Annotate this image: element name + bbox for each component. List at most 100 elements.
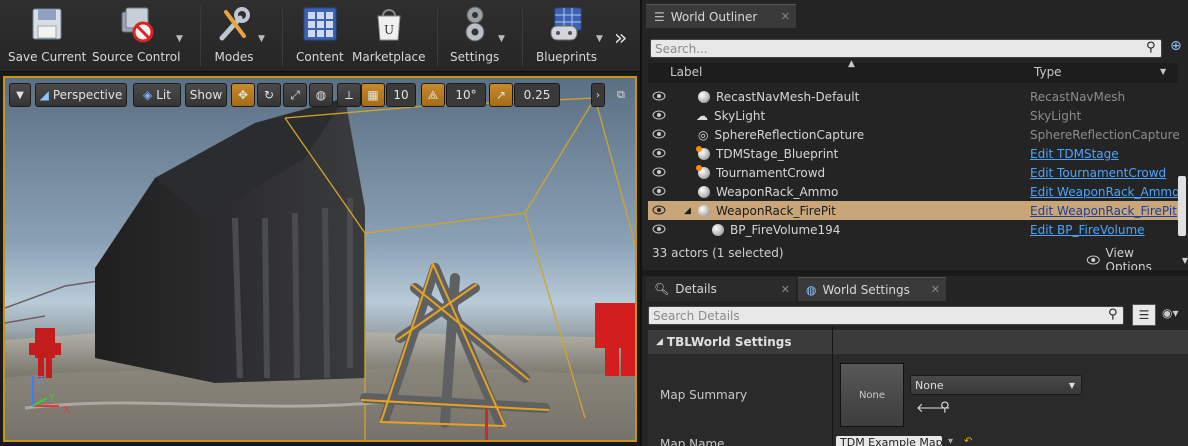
settings-button[interactable]: Settings	[450, 4, 499, 68]
blueprints-chevron-down-icon[interactable]: ▼	[596, 34, 603, 44]
list-item[interactable]: ◎ SphereReflectionCapture SphereReflectio…	[648, 125, 1180, 144]
settings-chevron-down-icon[interactable]: ▼	[498, 34, 505, 44]
edit-blueprint-link[interactable]: Edit TDMStage	[1030, 147, 1119, 161]
column-divider[interactable]	[832, 326, 833, 446]
list-item[interactable]: TournamentCrowd Edit TournamentCrowd	[648, 163, 1178, 182]
list-view-icon: ☰	[1138, 308, 1150, 322]
edit-blueprint-link[interactable]: Edit WeaponRack_Ammo	[1030, 185, 1179, 199]
translate-mode-button[interactable]: ✥	[231, 83, 255, 107]
modes-button[interactable]: Modes	[214, 4, 254, 68]
map-name-field[interactable]: TDM Example Map	[836, 436, 942, 446]
perspective-button[interactable]: ◢ Perspective	[35, 83, 127, 107]
world-local-toggle[interactable]: ◍	[309, 83, 333, 107]
source-control-button[interactable]: Source Control	[92, 4, 180, 68]
lit-label: Lit	[156, 88, 171, 102]
asset-dropdown[interactable]: None ▼	[910, 375, 1082, 395]
chevron-down-icon[interactable]: ▼	[1160, 67, 1166, 76]
asset-thumbnail[interactable]: None	[840, 363, 904, 427]
expand-arrow-icon[interactable]: ◢	[684, 206, 691, 216]
visibility-eye-icon[interactable]	[652, 129, 666, 139]
scale-mode-button[interactable]: ⤢	[283, 83, 307, 107]
reset-to-default-icon[interactable]: ↶	[964, 436, 972, 446]
sort-ascending-icon: ▲	[848, 59, 855, 69]
list-item[interactable]: RecastNavMesh-Default RecastNavMesh	[648, 87, 1178, 106]
property-name: Map Name	[660, 437, 725, 446]
list-item[interactable]: ☁ SkyLight SkyLight	[648, 106, 1178, 125]
close-icon[interactable]: ✕	[781, 10, 790, 23]
outliner-scrollbar[interactable]	[1178, 176, 1186, 236]
property-matrix-button[interactable]: ☰	[1132, 304, 1156, 326]
visibility-eye-icon[interactable]	[652, 148, 666, 158]
visibility-eye-icon[interactable]	[652, 167, 666, 177]
panel-divider	[642, 270, 1188, 276]
section-header[interactable]: ◢ TBLWorld Settings	[648, 330, 1188, 354]
toolbar-overflow-button[interactable]: »	[614, 26, 627, 51]
right-panel: ☰ World Outliner ✕ ⚲ ⊕ Label ▲ Type ▼ Re…	[640, 0, 1188, 446]
visibility-eye-icon[interactable]	[652, 186, 666, 196]
visibility-eye-icon[interactable]	[652, 224, 666, 234]
visibility-eye-icon[interactable]	[652, 91, 666, 101]
scale-snap-value-button[interactable]: 0.25	[514, 83, 560, 107]
actor-label: SkyLight	[714, 108, 766, 123]
visibility-eye-icon[interactable]	[652, 110, 666, 120]
chevron-down-icon[interactable]: ▾	[948, 436, 953, 446]
edit-blueprint-link[interactable]: Edit TournamentCrowd	[1030, 166, 1166, 180]
maximize-viewport-icon[interactable]: ⧉	[617, 88, 625, 102]
list-item-selected[interactable]: ◢ WeaponRack_FirePit Edit WeaponRack_Fir…	[648, 201, 1178, 220]
rotation-snap-value-button[interactable]: 10°	[446, 83, 486, 107]
content-button[interactable]: Content	[296, 4, 344, 68]
save-icon	[27, 4, 67, 44]
close-icon[interactable]: ✕	[781, 283, 790, 296]
rotate-mode-button[interactable]: ↻	[257, 83, 281, 107]
actor-type: RecastNavMesh	[1030, 89, 1126, 104]
grid-snap-toggle[interactable]: ▦	[361, 83, 385, 107]
close-icon[interactable]: ✕	[931, 283, 940, 296]
edit-blueprint-link[interactable]: Edit BP_FireVolume	[1030, 223, 1145, 237]
grid-snap-value-button[interactable]: 10	[386, 83, 416, 107]
outliner-icon: ☰	[654, 9, 665, 24]
viewport-options-button[interactable]: ▼	[9, 83, 31, 107]
list-item[interactable]: WeaponRack_Ammo Edit WeaponRack_Ammo	[648, 182, 1179, 201]
eye-icon[interactable]: ◉▾	[1162, 306, 1179, 320]
marketplace-label: Marketplace	[352, 50, 426, 64]
viewport-overflow-button[interactable]: ›	[591, 83, 605, 107]
source-control-chevron-down-icon[interactable]: ▼	[176, 34, 183, 44]
visibility-eye-icon[interactable]	[652, 205, 666, 215]
edit-blueprint-link[interactable]: Edit WeaponRack_FirePit	[1030, 204, 1177, 218]
outliner-search[interactable]	[650, 39, 1162, 58]
details-icon: 🔍︎	[654, 282, 670, 296]
modes-chevron-down-icon[interactable]: ▼	[258, 34, 265, 44]
browse-search-icon[interactable]: ⚲	[940, 400, 950, 415]
blueprint-actor-icon	[696, 145, 710, 160]
details-search-input[interactable]	[649, 307, 1123, 324]
actor-label: TournamentCrowd	[716, 165, 826, 180]
world-icon: ◍	[806, 282, 817, 297]
add-filter-icon[interactable]: ⊕	[1170, 38, 1182, 54]
list-item[interactable]: BP_FireVolume194 Edit BP_FireVolume	[648, 220, 1178, 239]
column-label-header[interactable]: Label	[670, 65, 702, 79]
rotation-snap-toggle[interactable]: ⟁	[421, 83, 445, 107]
tab-world-settings[interactable]: ◍ World Settings ✕	[798, 277, 946, 301]
outliner-search-input[interactable]	[651, 40, 1161, 57]
tab-details[interactable]: 🔍︎ Details ✕	[646, 277, 796, 301]
sphere-icon	[698, 90, 710, 103]
blueprints-button[interactable]: Blueprints	[536, 4, 597, 68]
tab-world-outliner[interactable]: ☰ World Outliner ✕	[646, 4, 796, 28]
marketplace-button[interactable]: U Marketplace	[352, 4, 426, 68]
chevron-down-icon: ▼	[16, 89, 24, 101]
column-type-header[interactable]: Type	[1034, 65, 1062, 79]
blueprint-actor-icon	[696, 164, 710, 179]
details-search[interactable]	[648, 306, 1124, 325]
scale-icon: ⤢	[290, 87, 300, 102]
grid-snap-value: 10	[393, 88, 409, 102]
actor-type: SphereReflectionCapture	[1030, 127, 1180, 142]
surface-snap-button[interactable]: ⟂	[337, 83, 361, 107]
sphere-icon	[698, 185, 710, 198]
list-item[interactable]: TDMStage_Blueprint Edit TDMStage	[648, 144, 1178, 163]
show-button[interactable]: Show	[185, 83, 227, 107]
lit-button[interactable]: ◈ Lit	[133, 83, 181, 107]
save-current-button[interactable]: Save Current	[8, 4, 86, 68]
move-arrows-icon: ✥	[237, 88, 249, 102]
level-viewport[interactable]: ▼ ◢ Perspective ◈ Lit Show ✥ ↻ ⤢ ◍ ⟂ ▦ 1…	[3, 76, 637, 442]
scale-snap-toggle[interactable]: ↗	[489, 83, 513, 107]
